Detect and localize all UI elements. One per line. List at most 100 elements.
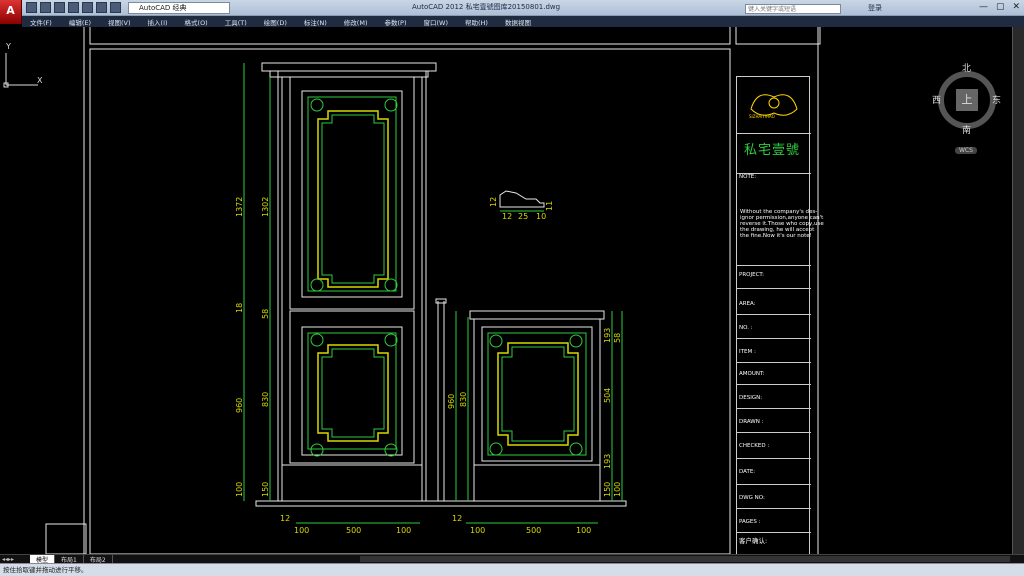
dim-label: 58: [261, 309, 270, 319]
dim-label: 18: [235, 303, 244, 313]
sheet-borders: [45, 16, 821, 555]
window-title: AutoCAD 2012 私宅壹號图库20150801.dwg: [412, 3, 561, 11]
brand-logo: [750, 94, 798, 116]
field-design: DESIGN:: [737, 384, 811, 408]
field-no: NO. :: [737, 314, 811, 338]
ucs-y-label: Y: [5, 42, 11, 51]
drawing-canvas[interactable]: Y X 1372 1302 18 58 960 830 100 150 960 …: [0, 16, 1012, 576]
menu-edit[interactable]: 编辑(E): [61, 16, 100, 27]
compass-east[interactable]: 东: [992, 93, 1001, 106]
field-dwg-no: DWG NO:: [737, 484, 811, 508]
menu-bar: 文件(F) 编辑(E) 视图(V) 插入(I) 格式(O) 工具(T) 绘图(D…: [22, 16, 1024, 27]
save-as-icon[interactable]: [68, 2, 79, 13]
field-project: PROJECT:: [737, 265, 811, 288]
field-amount: AMOUNT:: [737, 362, 811, 384]
application-menu-button[interactable]: A: [0, 0, 22, 24]
dim-label: 150: [603, 482, 612, 497]
compass-south[interactable]: 南: [962, 123, 971, 136]
tab-nav-arrows[interactable]: ◂◂▸▸: [0, 556, 30, 563]
wcs-menu[interactable]: WCS: [955, 147, 977, 154]
menu-draw[interactable]: 绘图(D): [256, 16, 296, 27]
menu-help[interactable]: 帮助(H): [457, 16, 497, 27]
menu-window[interactable]: 窗口(W): [415, 16, 457, 27]
save-icon[interactable]: [54, 2, 65, 13]
dim-label: 150: [261, 482, 270, 497]
field-drawn: DRAWN :: [737, 408, 811, 432]
search-input[interactable]: 键入关键字或短语: [745, 4, 841, 14]
field-checked: CHECKED :: [737, 432, 811, 458]
menu-file[interactable]: 文件(F): [22, 16, 61, 27]
quick-access-toolbar: [26, 2, 121, 13]
brand-logo-text: SIZHAIYIHAO: [749, 114, 775, 119]
drawing-svg: Y X 1372 1302 18 58 960 830 100 150 960 …: [3, 16, 821, 555]
dim-label: 193: [603, 454, 612, 469]
dim-label: 100: [576, 526, 591, 535]
vertical-scrollbar[interactable]: [1012, 27, 1024, 554]
login-button[interactable]: 登录: [868, 3, 882, 13]
new-icon[interactable]: [26, 2, 37, 13]
menu-data-view[interactable]: 数据视图: [497, 16, 540, 27]
field-area: AREA:: [737, 288, 811, 314]
dim-label: 12: [489, 197, 498, 207]
viewcube-top-face[interactable]: 上: [956, 89, 978, 111]
note-label: NOTE:: [737, 173, 811, 185]
ucs-icon: [3, 53, 38, 88]
title-bar: A AutoCAD 经典 AutoCAD 2012 私宅壹號图库20150801…: [0, 0, 1024, 24]
dim-label: 100: [235, 482, 244, 497]
dim-label: 500: [526, 526, 541, 535]
viewcube[interactable]: 上 北 南 东 西: [930, 64, 1002, 137]
menu-view[interactable]: 视图(V): [100, 16, 140, 27]
dim-label: 100: [470, 526, 485, 535]
dim-label: 25: [518, 212, 528, 221]
undo-icon[interactable]: [96, 2, 107, 13]
print-icon[interactable]: [82, 2, 93, 13]
dim-label: 1372: [235, 197, 244, 217]
dim-label: 58: [613, 333, 622, 343]
dim-label: 830: [261, 392, 270, 407]
dim-label: 960: [235, 398, 244, 413]
dim-label: 830: [459, 392, 468, 407]
menu-tools[interactable]: 工具(T): [217, 16, 256, 27]
maximize-button[interactable]: ▢: [996, 2, 1005, 12]
compass-north[interactable]: 北: [962, 61, 971, 74]
close-button[interactable]: ✕: [1012, 2, 1020, 12]
dim-label: 11: [545, 201, 554, 211]
field-pages: PAGES :: [737, 508, 811, 532]
note-text: Without the company's des- ignor permiss…: [740, 209, 824, 239]
dim-label: 100: [396, 526, 411, 535]
title-block: SIZHAIYIHAO 私宅壹號 NOTE: Without the compa…: [736, 76, 824, 576]
field-date: DATE:: [737, 458, 811, 484]
molding-profile-detail: 12 11 12 25 10: [489, 190, 554, 221]
dim-label: 1302: [261, 197, 270, 217]
horizontal-scrollbar[interactable]: [360, 556, 1010, 562]
dim-label: 100: [294, 526, 309, 535]
dim-label: 960: [447, 394, 456, 409]
field-item: ITEM :: [737, 338, 811, 362]
dim-label: 100: [613, 482, 622, 497]
open-icon[interactable]: [40, 2, 51, 13]
menu-insert[interactable]: 插入(I): [140, 16, 177, 27]
dim-label: 10: [536, 212, 546, 221]
left-bottom-door: [301, 326, 403, 457]
dim-label: 193: [603, 328, 612, 343]
menu-format[interactable]: 格式(O): [177, 16, 217, 27]
left-top-door: [301, 90, 403, 298]
redo-icon[interactable]: [110, 2, 121, 13]
menu-parameters[interactable]: 参数(P): [376, 16, 415, 27]
dim-label: 12: [280, 514, 290, 523]
dim-label: 504: [603, 388, 612, 403]
compass-west[interactable]: 西: [932, 93, 941, 106]
brand-name: 私宅壹號: [744, 143, 801, 158]
menu-dimension[interactable]: 标注(N): [296, 16, 336, 27]
window-controls: — ▢ ✕: [979, 2, 1020, 12]
dim-label: 12: [502, 212, 512, 221]
ucs-x-label: X: [37, 76, 43, 85]
dim-label: 12: [452, 514, 462, 523]
dimension-lines: [243, 63, 623, 524]
workspace-dropdown[interactable]: AutoCAD 经典: [128, 2, 230, 14]
dim-label: 500: [346, 526, 361, 535]
menu-modify[interactable]: 修改(M): [336, 16, 377, 27]
minimize-button[interactable]: —: [979, 2, 988, 12]
command-status: 按住拾取键并拖动进行平移。: [0, 563, 1024, 576]
right-cabinet-dim-text: 960 830 193 58 504 193 150 100: [447, 328, 622, 497]
